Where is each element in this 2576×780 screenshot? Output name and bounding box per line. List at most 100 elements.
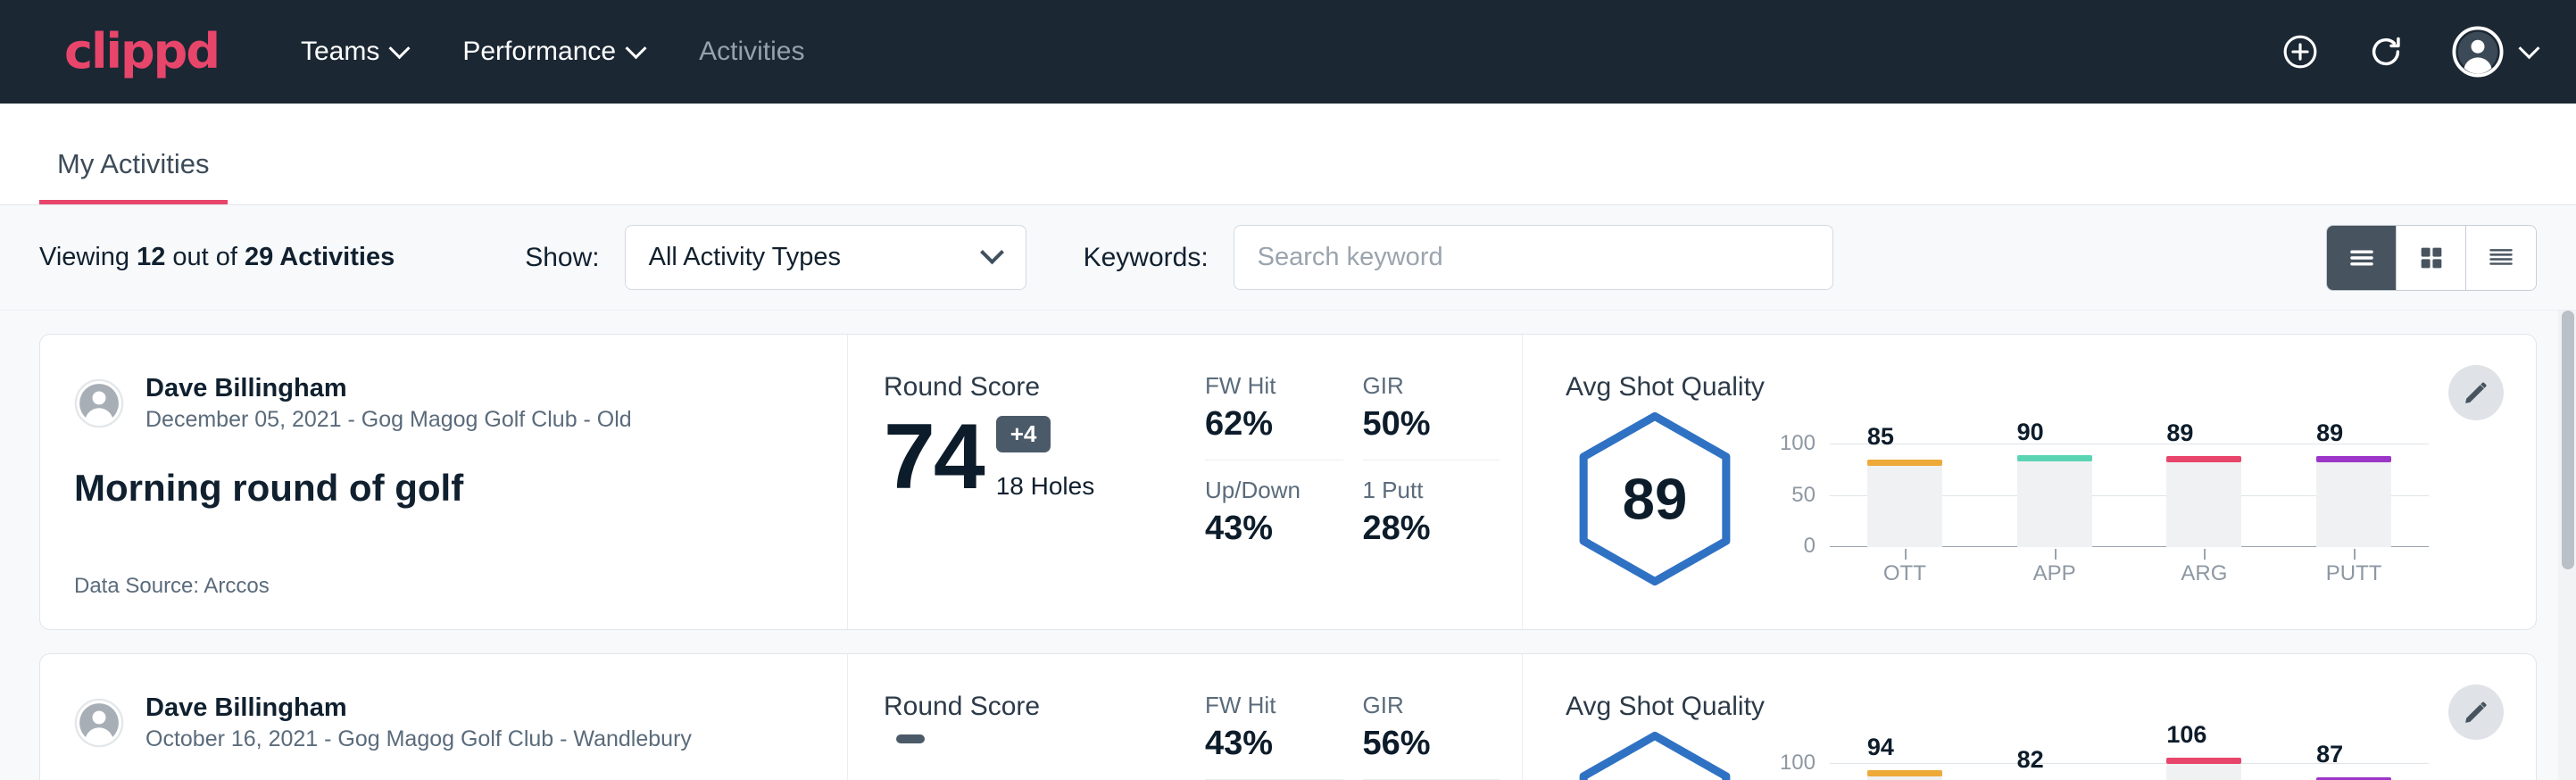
chevron-down-icon <box>626 37 647 59</box>
round-stats: FW Hit 62% GIR 50% Up/Down 43% 1 Putt 28… <box>1205 335 1522 629</box>
stat-gir: GIR 56% <box>1363 692 1501 763</box>
chart-y-tick: 50 <box>1791 483 1816 508</box>
chart-bar-value: 94 <box>1867 734 1894 761</box>
tab-my-activities[interactable]: My Activities <box>39 148 228 204</box>
activity-title: Morning round of golf <box>74 467 811 510</box>
show-filter: Show: All Activity Types <box>525 225 1026 290</box>
activity-list[interactable]: Dave Billingham December 05, 2021 - Gog … <box>0 311 2576 780</box>
chart-plot-area: 05010085908989 <box>1830 429 2429 547</box>
activity-card[interactable]: Dave Billingham December 05, 2021 - Gog … <box>39 334 2537 630</box>
person-name: Dave Billingham <box>145 372 632 405</box>
round-score-panel: Round Score <box>848 654 1205 780</box>
keywords-label: Keywords: <box>1084 243 1209 273</box>
stat-value: 28% <box>1363 510 1501 548</box>
compact-view-icon <box>2486 243 2516 273</box>
viewing-summary: Viewing 12 out of 29 Activities <box>39 243 395 272</box>
round-score-label: Round Score <box>884 372 1205 402</box>
chart-bar: 89 <box>2166 456 2241 547</box>
chart-bar-group: 94 <box>1830 749 1980 780</box>
show-label: Show: <box>525 243 599 273</box>
chart-bar-group: 82 <box>1980 749 2130 780</box>
chart-bar-value: 87 <box>2316 741 2343 768</box>
chart-bar-group: 89 <box>2279 429 2429 547</box>
chart-bar-group: 85 <box>1830 429 1980 547</box>
stat-label: Up/Down <box>1205 477 1343 504</box>
stat-one-putt: 1 Putt 28% <box>1363 460 1501 548</box>
person-name: Dave Billingham <box>145 692 692 725</box>
nav-item-performance[interactable]: Performance <box>462 37 644 67</box>
nav-item-teams-label: Teams <box>301 37 379 67</box>
chart-y-tick: 100 <box>1780 431 1816 456</box>
stat-value: 43% <box>1205 510 1343 548</box>
tab-bar: My Activities <box>0 104 2576 205</box>
nav-item-activities[interactable]: Activities <box>699 37 804 67</box>
chart-x-tickmark <box>1905 549 1907 560</box>
chart-bar: 89 <box>2316 456 2391 547</box>
account-menu[interactable] <box>2452 26 2537 78</box>
chart-bar-group: 90 <box>1980 429 2130 547</box>
pencil-icon <box>2463 379 2489 406</box>
chart-bar-cap <box>1867 770 1942 776</box>
stat-label: 1 Putt <box>1363 477 1501 504</box>
viewing-middle: out of <box>165 243 245 271</box>
quality-hexagon <box>1566 727 1744 780</box>
chart-x-tickmark <box>2055 549 2057 560</box>
nav-item-performance-label: Performance <box>462 37 616 67</box>
search-input[interactable] <box>1258 243 1809 272</box>
person-row: Dave Billingham October 16, 2021 - Gog M… <box>74 692 811 754</box>
stat-gir: GIR 50% <box>1363 372 1501 444</box>
round-score-panel: Round Score 74 +4 18 Holes <box>848 335 1205 629</box>
chevron-down-icon <box>389 37 411 59</box>
score-to-par-badge: +4 <box>996 416 1051 452</box>
scrollbar-track[interactable] <box>2558 311 2576 780</box>
edit-activity-button[interactable] <box>2448 685 2504 740</box>
round-stats: FW Hit 43% GIR 56% <box>1205 654 1522 780</box>
add-circle-icon[interactable] <box>2281 32 2320 71</box>
keyword-filter: Keywords: <box>1084 225 1833 290</box>
avg-shot-quality-label: Avg Shot Quality <box>1566 372 2429 402</box>
activity-date-venue: October 16, 2021 - Gog Magog Golf Club -… <box>145 725 692 754</box>
stat-up-down: Up/Down 43% <box>1205 460 1343 548</box>
view-mode-toggle <box>2326 225 2537 291</box>
filter-bar: Viewing 12 out of 29 Activities Show: Al… <box>0 205 2576 311</box>
chart-bar-group: 89 <box>2130 429 2280 547</box>
avg-shot-quality-label: Avg Shot Quality <box>1566 692 2429 722</box>
list-view-icon <box>2347 243 2377 273</box>
clippd-logo[interactable]: clippd <box>64 28 219 76</box>
activity-type-select[interactable]: All Activity Types <box>625 225 1026 290</box>
chart-x-label: ARG <box>2130 561 2280 586</box>
stat-label: FW Hit <box>1205 692 1343 719</box>
view-mode-grid-button[interactable] <box>2397 226 2466 290</box>
nav-item-teams[interactable]: Teams <box>301 37 407 67</box>
chart-y-tick: 0 <box>1804 534 1816 559</box>
activity-date-venue: December 05, 2021 - Gog Magog Golf Club … <box>145 405 632 435</box>
edit-activity-button[interactable] <box>2448 365 2504 420</box>
score-to-par-badge <box>896 734 925 743</box>
refresh-icon[interactable] <box>2366 32 2406 71</box>
activity-card[interactable]: Dave Billingham October 16, 2021 - Gog M… <box>39 653 2537 780</box>
shot-quality-chart: 050100948210687 OTTAPPARGPUTT <box>1771 727 2429 780</box>
chart-bar-value: 89 <box>2166 419 2193 447</box>
round-score-row <box>884 734 1205 763</box>
scrollbar-thumb[interactable] <box>2562 311 2574 569</box>
chart-bar-group: 87 <box>2279 749 2429 780</box>
quality-hexagon: 89 <box>1566 408 1744 586</box>
chevron-down-icon <box>980 240 1004 264</box>
chart-bar-value: 106 <box>2166 721 2206 749</box>
chart-y-tick: 100 <box>1780 751 1816 776</box>
avg-shot-quality-panel: Avg Shot Quality 89 05010085908989 OTTAP… <box>1522 335 2536 629</box>
viewing-total: 29 Activities <box>245 243 395 271</box>
stat-fw-hit: FW Hit 62% <box>1205 372 1343 444</box>
chart-x-tickmark <box>2204 549 2206 560</box>
top-navbar: clippd Teams Performance Activities <box>0 0 2576 104</box>
data-source: Data Source: Arccos <box>74 544 811 599</box>
search-box[interactable] <box>1234 225 1833 290</box>
view-mode-compact-button[interactable] <box>2466 226 2536 290</box>
holes-played: 18 Holes <box>996 472 1095 501</box>
round-score-value: 74 <box>884 415 984 501</box>
round-score-label: Round Score <box>884 692 1205 722</box>
stat-label: GIR <box>1363 372 1501 400</box>
chevron-down-icon <box>2518 37 2539 59</box>
view-mode-list-button[interactable] <box>2327 226 2397 290</box>
stat-value: 56% <box>1363 725 1501 763</box>
